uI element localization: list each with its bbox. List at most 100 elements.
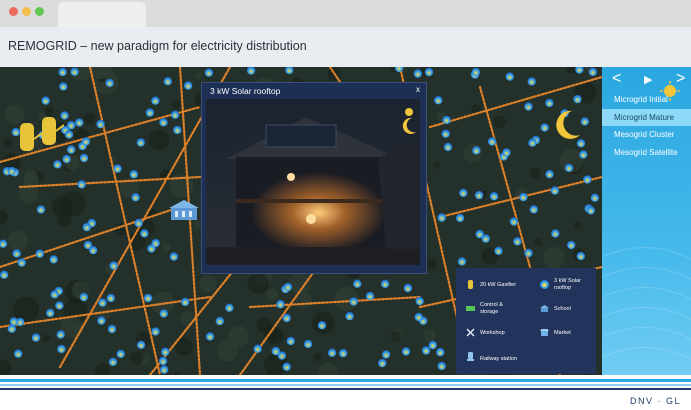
solar-house-marker[interactable] xyxy=(588,67,597,76)
solar-house-marker[interactable] xyxy=(205,332,215,341)
solar-house-marker[interactable] xyxy=(70,67,79,76)
solar-house-marker[interactable] xyxy=(108,357,118,366)
solar-house-marker[interactable] xyxy=(434,96,443,105)
solar-house-marker[interactable] xyxy=(545,169,554,179)
solar-house-marker[interactable] xyxy=(7,324,16,333)
solar-house-marker[interactable] xyxy=(184,81,193,90)
solar-house-marker[interactable] xyxy=(442,115,451,125)
solar-house-marker[interactable] xyxy=(455,213,465,223)
solar-house-marker[interactable] xyxy=(519,192,528,202)
solar-house-marker[interactable] xyxy=(35,249,44,258)
solar-house-marker[interactable] xyxy=(158,356,168,366)
minimize-window-button[interactable] xyxy=(22,7,31,16)
solar-house-marker[interactable] xyxy=(459,188,468,197)
scenario-mesogrid-cluster[interactable]: Mesogrid Cluster xyxy=(602,126,691,143)
solar-house-marker[interactable] xyxy=(0,270,9,279)
solar-house-marker[interactable] xyxy=(436,347,445,357)
solar-house-marker[interactable] xyxy=(529,205,538,214)
solar-house-marker[interactable] xyxy=(31,333,41,342)
close-window-button[interactable] xyxy=(9,7,18,16)
solar-house-marker[interactable] xyxy=(161,347,170,356)
solar-house-marker[interactable] xyxy=(441,129,450,138)
solar-house-marker[interactable] xyxy=(134,218,143,228)
solar-house-marker[interactable] xyxy=(583,175,592,184)
solar-house-marker[interactable] xyxy=(113,164,122,173)
solar-house-marker[interactable] xyxy=(41,96,50,105)
solar-house-marker[interactable] xyxy=(524,102,533,111)
solar-house-marker[interactable] xyxy=(353,279,362,288)
solar-house-marker[interactable] xyxy=(14,349,23,358)
solar-house-marker[interactable] xyxy=(489,192,499,201)
solar-house-marker[interactable] xyxy=(81,137,91,146)
solar-house-marker[interactable] xyxy=(64,130,74,139)
solar-house-marker[interactable] xyxy=(173,125,182,135)
solar-house-marker[interactable] xyxy=(524,248,533,258)
solar-house-marker[interactable] xyxy=(58,67,67,77)
school-icon[interactable] xyxy=(167,198,201,222)
solar-house-marker[interactable] xyxy=(181,297,190,307)
solar-house-marker[interactable] xyxy=(105,78,114,88)
solar-house-marker[interactable] xyxy=(415,296,424,306)
solar-house-marker[interactable] xyxy=(286,336,295,346)
play-button[interactable]: ▶ xyxy=(644,73,652,86)
solar-house-marker[interactable] xyxy=(550,186,560,195)
solar-house-marker[interactable] xyxy=(513,237,522,246)
solar-house-marker[interactable] xyxy=(365,291,375,301)
solar-house-marker[interactable] xyxy=(579,150,588,159)
solar-house-marker[interactable] xyxy=(97,316,106,325)
solar-house-marker[interactable] xyxy=(77,180,86,189)
solar-house-marker[interactable] xyxy=(505,72,514,81)
solar-house-marker[interactable] xyxy=(528,138,537,147)
solar-house-marker[interactable] xyxy=(170,110,180,119)
solar-house-marker[interactable] xyxy=(437,361,446,371)
solar-house-marker[interactable] xyxy=(136,138,145,147)
solar-house-marker[interactable] xyxy=(437,213,446,222)
solar-house-marker[interactable] xyxy=(403,283,413,293)
solar-house-marker[interactable] xyxy=(421,346,431,355)
solar-house-marker[interactable] xyxy=(151,327,160,336)
solar-house-marker[interactable] xyxy=(75,118,84,127)
solar-house-marker[interactable] xyxy=(50,290,59,299)
solar-house-marker[interactable] xyxy=(57,344,66,354)
solar-house-marker[interactable] xyxy=(472,146,481,155)
solar-house-marker[interactable] xyxy=(475,229,484,239)
solar-house-marker[interactable] xyxy=(576,251,585,261)
solar-house-marker[interactable] xyxy=(401,347,411,356)
solar-house-marker[interactable] xyxy=(160,365,169,374)
gasifier-icon[interactable] xyxy=(14,111,64,155)
solar-house-marker[interactable] xyxy=(89,245,98,255)
solar-house-marker[interactable] xyxy=(145,108,155,117)
solar-house-marker[interactable] xyxy=(36,205,46,214)
solar-house-marker[interactable] xyxy=(487,137,497,146)
solar-house-marker[interactable] xyxy=(494,246,503,255)
solar-house-marker[interactable] xyxy=(573,94,582,104)
solar-house-marker[interactable] xyxy=(424,67,434,77)
solar-house-marker[interactable] xyxy=(96,119,105,129)
solar-house-marker[interactable] xyxy=(225,303,234,312)
solar-house-marker[interactable] xyxy=(527,77,536,86)
scenario-microgrid-mature[interactable]: Microgrid Mature xyxy=(602,109,691,126)
solar-house-marker[interactable] xyxy=(109,261,118,270)
solar-house-marker[interactable] xyxy=(116,349,125,358)
solar-house-marker[interactable] xyxy=(502,148,511,157)
solar-house-marker[interactable] xyxy=(59,82,68,91)
solar-house-marker[interactable] xyxy=(140,229,149,238)
solar-house-marker[interactable] xyxy=(586,206,596,215)
solar-house-marker[interactable] xyxy=(62,154,71,164)
solar-house-marker[interactable] xyxy=(136,340,146,349)
solar-house-marker[interactable] xyxy=(106,293,116,303)
solar-house-marker[interactable] xyxy=(545,98,554,108)
solar-house-marker[interactable] xyxy=(98,298,107,307)
solar-house-marker[interactable] xyxy=(17,258,26,267)
solar-house-marker[interactable] xyxy=(215,316,224,326)
solar-house-marker[interactable] xyxy=(345,311,354,321)
scenario-microgrid-initial[interactable]: Microgrid Initial xyxy=(602,91,691,108)
solar-house-marker[interactable] xyxy=(79,153,89,163)
maximize-window-button[interactable] xyxy=(35,7,44,16)
solar-house-marker[interactable] xyxy=(67,145,76,154)
solar-house-marker[interactable] xyxy=(551,229,560,238)
solar-house-marker[interactable] xyxy=(282,362,291,371)
solar-house-marker[interactable] xyxy=(49,255,58,264)
solar-house-marker[interactable] xyxy=(564,163,574,172)
solar-house-marker[interactable] xyxy=(509,217,519,226)
